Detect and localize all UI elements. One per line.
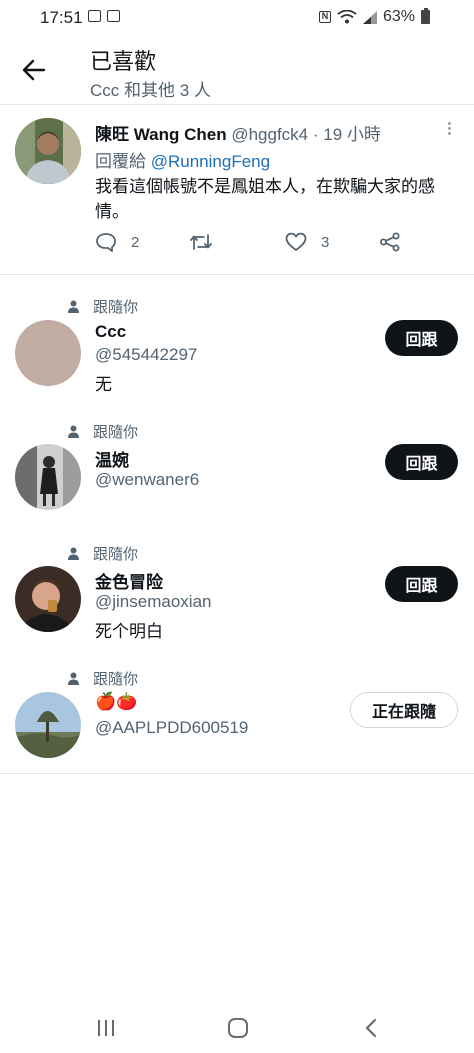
user-name[interactable]: Ccc — [95, 322, 126, 342]
author-handle-time: @hggfck4 · 19 小時 — [231, 125, 381, 144]
battery-icon — [421, 8, 430, 24]
user-avatar[interactable] — [15, 566, 81, 632]
nfc-icon: N — [318, 11, 331, 23]
tweet-text: 我看這個帳號不是鳳姐本人，在欺騙大家的感情。 — [95, 177, 435, 221]
recent-apps-icon — [98, 1020, 114, 1036]
follows-you-label: 跟隨你 — [68, 543, 138, 564]
dot-icon — [447, 122, 451, 125]
reply-count: 2 — [131, 233, 140, 251]
status-time: 17:51 — [40, 8, 83, 27]
person-icon — [68, 300, 79, 313]
reply-button[interactable]: 2 — [95, 232, 139, 252]
follow-back-button[interactable]: 回跟 — [385, 566, 458, 602]
user-bio: 无 — [95, 375, 112, 394]
user-name[interactable]: 🍎🍅 — [95, 692, 137, 712]
follows-you-label: 跟隨你 — [68, 668, 138, 689]
author-name: 陳旺 Wang Chen — [95, 125, 227, 144]
chevron-left-icon — [365, 1018, 377, 1038]
user-name[interactable]: 温婉 — [95, 446, 129, 471]
share-icon — [380, 232, 400, 252]
heart-icon — [285, 232, 307, 251]
like-button[interactable]: 3 — [285, 232, 329, 252]
tweet-author[interactable]: 陳旺 Wang Chen @hggfck4 · 19 小時 — [95, 120, 381, 145]
person-icon — [68, 672, 79, 685]
person-icon — [68, 547, 79, 560]
signal-icon — [362, 10, 377, 24]
system-nav-bar — [0, 1005, 474, 1053]
home-icon — [228, 1018, 248, 1038]
follows-you-label: 跟隨你 — [68, 421, 138, 442]
user-row[interactable]: 跟隨你 温婉 @wenwaner6 回跟 — [0, 421, 474, 521]
battery-level: 63% — [382, 8, 415, 25]
user-row[interactable]: 跟隨你 🍎🍅 @AAPLPDD600519 正在跟隨 — [0, 668, 474, 768]
user-handle: @wenwaner6 — [95, 470, 200, 489]
retweet-icon — [190, 234, 212, 250]
list-divider — [0, 773, 474, 774]
reply-context: 回覆給 @RunningFeng — [95, 152, 271, 171]
user-row[interactable]: 跟隨你 Ccc @545442297 无 回跟 — [0, 296, 474, 396]
gallery-icon — [88, 10, 101, 22]
user-avatar[interactable] — [15, 692, 81, 758]
reply-to-link[interactable]: @RunningFeng — [151, 152, 270, 171]
user-bio: 死个明白 — [95, 622, 163, 641]
like-count: 3 — [321, 233, 330, 251]
share-button[interactable] — [379, 232, 401, 252]
page-subtitle: Ccc 和其他 3 人 — [90, 81, 211, 100]
follow-back-button[interactable]: 回跟 — [385, 444, 458, 480]
follow-back-button[interactable]: 回跟 — [385, 320, 458, 356]
tweet-author-avatar[interactable] — [15, 118, 81, 184]
comment-icon — [96, 233, 116, 252]
user-handle: @AAPLPDD600519 — [95, 718, 249, 737]
more-options-button[interactable] — [444, 120, 454, 140]
back-nav-button[interactable] — [356, 1015, 386, 1041]
translate-icon — [107, 10, 120, 22]
arrow-left-icon — [22, 59, 46, 81]
page-header: 已喜歡 Ccc 和其他 3 人 — [0, 34, 474, 105]
recent-apps-button[interactable] — [91, 1015, 121, 1041]
user-avatar[interactable] — [15, 444, 81, 510]
page-title: 已喜歡 — [90, 49, 157, 74]
user-handle: @545442297 — [95, 345, 198, 364]
tweet-actions: 2 3 — [95, 232, 465, 258]
retweet-button[interactable] — [189, 232, 213, 252]
back-button[interactable] — [18, 54, 50, 86]
user-row[interactable]: 跟隨你 金色冒险 @jinsemaoxian 死个明白 回跟 — [0, 543, 474, 643]
person-icon — [68, 425, 79, 438]
tweet[interactable]: 陳旺 Wang Chen @hggfck4 · 19 小時 回覆給 @Runni… — [0, 104, 474, 275]
home-button[interactable] — [223, 1015, 253, 1041]
status-bar: 17:51 N 63% — [0, 0, 474, 34]
user-avatar[interactable] — [15, 320, 81, 386]
follows-you-label: 跟隨你 — [68, 296, 138, 317]
following-button[interactable]: 正在跟隨 — [350, 692, 458, 728]
user-name[interactable]: 金色冒险 — [95, 568, 163, 593]
wifi-icon — [337, 10, 357, 24]
user-handle: @jinsemaoxian — [95, 592, 212, 611]
